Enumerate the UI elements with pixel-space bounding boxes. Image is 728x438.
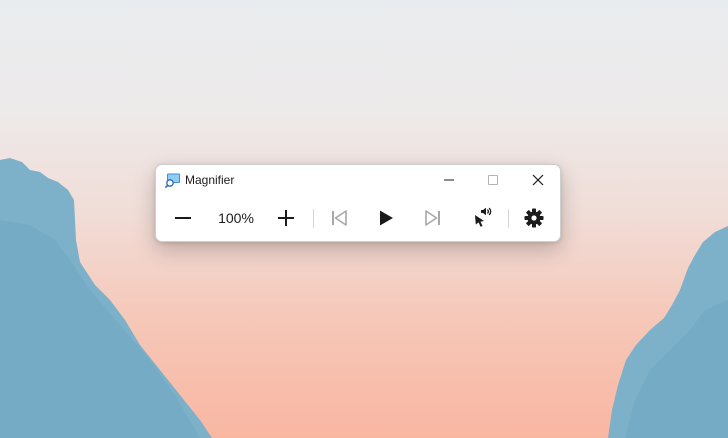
zoom-in-button[interactable]: [271, 201, 301, 235]
read-from-here-button[interactable]: [468, 201, 498, 235]
next-paragraph-button[interactable]: [418, 201, 448, 235]
magnifier-app-icon: [165, 172, 181, 188]
desktop: Magnifier 100%: [0, 0, 728, 438]
gear-icon: [524, 208, 544, 228]
pointer-speaker-icon: [475, 207, 492, 227]
skip-previous-icon: [332, 210, 347, 226]
toolbar-divider: [313, 209, 314, 228]
settings-button[interactable]: [519, 201, 549, 235]
close-button[interactable]: [515, 165, 561, 195]
plus-icon: [278, 210, 294, 226]
skip-next-icon: [425, 210, 440, 226]
minimize-button[interactable]: [426, 165, 472, 195]
maximize-icon: [488, 175, 498, 185]
magnifier-window: Magnifier 100%: [155, 164, 561, 242]
play-button[interactable]: [371, 201, 401, 235]
close-icon: [532, 174, 544, 186]
previous-paragraph-button[interactable]: [324, 201, 354, 235]
window-title: Magnifier: [185, 173, 235, 187]
zoom-out-button[interactable]: [168, 201, 198, 235]
minus-icon: [175, 217, 191, 219]
title-bar[interactable]: Magnifier: [156, 165, 560, 195]
left-cliff-shade: [0, 220, 200, 438]
minimize-icon: [444, 179, 454, 181]
magnifier-toolbar: 100%: [156, 201, 560, 235]
toolbar-divider: [508, 209, 509, 228]
zoom-level: 100%: [218, 210, 254, 226]
maximize-button[interactable]: [470, 165, 516, 195]
play-icon: [380, 210, 393, 226]
